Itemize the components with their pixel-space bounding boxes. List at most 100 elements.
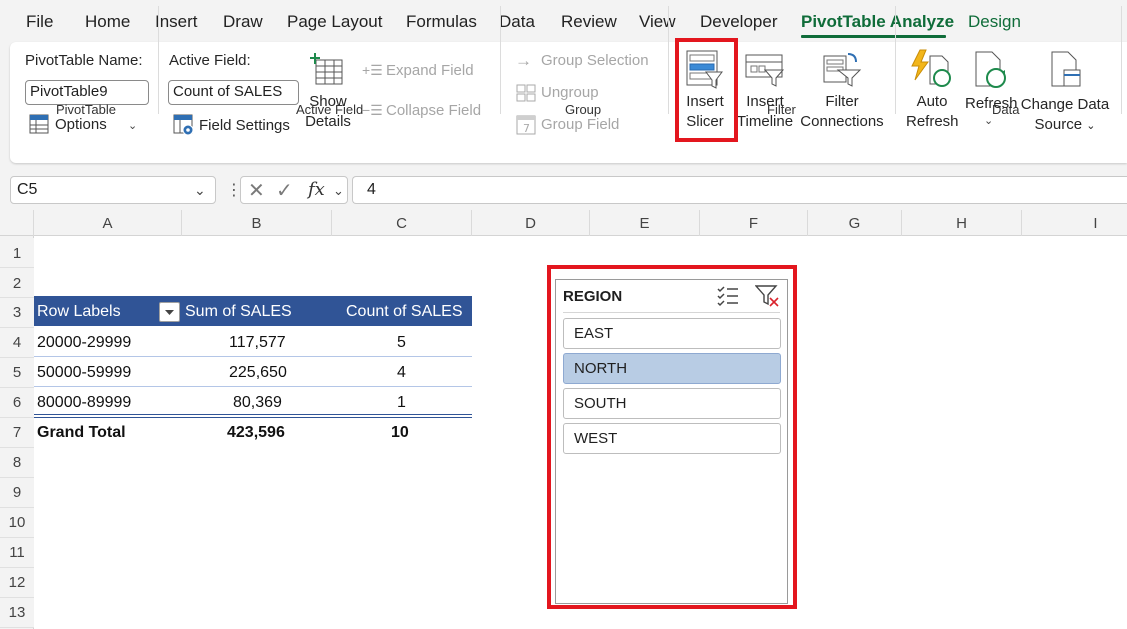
column-header-g[interactable]: G xyxy=(808,210,902,236)
row-header[interactable]: 6 xyxy=(0,388,34,418)
auto-refresh-icon xyxy=(911,49,951,87)
pivot-header-sum[interactable]: Sum of SALES xyxy=(185,303,292,321)
ungroup-icon xyxy=(516,84,536,102)
formula-input[interactable]: 4 xyxy=(352,176,1127,204)
pivot-row-label[interactable]: 20000-29999 xyxy=(37,334,131,352)
row-header[interactable]: 4 xyxy=(0,328,34,358)
row-header[interactable]: 8 xyxy=(0,448,34,478)
active-tab-underline xyxy=(801,35,946,38)
pivot-row-count[interactable]: 1 xyxy=(397,394,406,412)
pivot-header-row-labels[interactable]: Row Labels xyxy=(37,303,121,321)
chevron-down-icon[interactable]: ⌄ xyxy=(128,119,137,132)
chevron-down-icon[interactable]: ⌄ xyxy=(333,183,344,199)
tab-data[interactable]: Data xyxy=(499,12,535,32)
tab-page-layout[interactable]: Page Layout xyxy=(287,12,382,32)
pivot-total-border xyxy=(34,414,472,418)
insert-function-icon[interactable]: fx xyxy=(308,179,325,200)
row-header[interactable]: 7 xyxy=(0,418,34,448)
group-separator xyxy=(158,6,159,114)
row-header[interactable]: 5 xyxy=(0,358,34,388)
row-header[interactable]: 12 xyxy=(0,568,34,598)
row-header[interactable]: 1 xyxy=(0,238,34,268)
insert-slicer-highlight xyxy=(675,38,738,142)
pivot-grand-total-count[interactable]: 10 xyxy=(391,424,409,442)
tab-review[interactable]: Review xyxy=(561,12,617,32)
pivot-grand-total-sum[interactable]: 423,596 xyxy=(227,424,285,442)
pivot-row-count[interactable]: 5 xyxy=(397,334,406,352)
collapse-field-icon: −☰ xyxy=(362,102,383,118)
tab-formulas[interactable]: Formulas xyxy=(406,12,477,32)
auto-refresh-line2: Refresh xyxy=(906,113,959,130)
name-box[interactable]: C5 xyxy=(10,176,216,204)
tab-design[interactable]: Design xyxy=(968,12,1021,32)
tab-draw[interactable]: Draw xyxy=(223,12,263,32)
slicer-highlight xyxy=(547,265,797,609)
ungroup-button[interactable]: Ungroup xyxy=(541,84,599,101)
tab-pivottable-analyze[interactable]: PivotTable Analyze xyxy=(801,12,954,32)
group-separator xyxy=(1121,6,1122,114)
change-source-line1: Change Data xyxy=(1020,96,1110,113)
filter-connections-icon xyxy=(823,53,862,87)
tab-insert[interactable]: Insert xyxy=(155,12,198,32)
arrow-right-icon: → xyxy=(515,51,532,70)
auto-refresh-button[interactable]: Auto Refresh xyxy=(906,92,959,132)
column-header-i[interactable]: I xyxy=(1022,210,1127,236)
row-header[interactable]: 10 xyxy=(0,508,34,538)
options-button[interactable]: Options xyxy=(55,116,107,133)
row-header[interactable]: 11 xyxy=(0,538,34,568)
group-selection-button[interactable]: Group Selection xyxy=(541,52,649,69)
column-header-c[interactable]: C xyxy=(332,210,472,236)
active-field-label: Active Field: xyxy=(169,52,251,69)
expand-field-icon: +☰ xyxy=(362,62,383,78)
pivot-header-count[interactable]: Count of SALES xyxy=(346,303,463,321)
column-header-h[interactable]: H xyxy=(902,210,1022,236)
pivot-row-sum[interactable]: 225,650 xyxy=(229,364,287,382)
tab-developer[interactable]: Developer xyxy=(700,12,778,32)
field-settings-button[interactable]: Field Settings xyxy=(199,117,290,134)
pivot-row-sum[interactable]: 80,369 xyxy=(233,394,282,412)
change-data-source-icon xyxy=(1051,51,1081,87)
row-header[interactable]: 13 xyxy=(0,598,34,628)
group-label-pivottable: PivotTable xyxy=(56,102,116,117)
show-details-icon xyxy=(310,53,343,85)
svg-text:7: 7 xyxy=(523,122,530,135)
filter-connections-button[interactable]: Filter Connections xyxy=(796,92,888,132)
pivot-row-border xyxy=(34,386,472,387)
column-header-b[interactable]: B xyxy=(182,210,332,236)
select-all-corner[interactable] xyxy=(0,210,34,236)
group-field-icon: 7 xyxy=(516,115,536,135)
tab-home[interactable]: Home xyxy=(85,12,130,32)
expand-field-button[interactable]: Expand Field xyxy=(386,62,474,79)
pivot-row-count[interactable]: 4 xyxy=(397,364,406,382)
row-header[interactable]: 3 xyxy=(0,298,34,328)
pivot-grand-total-label[interactable]: Grand Total xyxy=(37,424,126,442)
pivot-row-border xyxy=(34,356,472,357)
tab-view[interactable]: View xyxy=(639,12,676,32)
cancel-icon[interactable]: ✕ xyxy=(248,178,265,203)
group-field-button[interactable]: Group Field xyxy=(541,116,619,133)
group-label-active-field: Active Field xyxy=(296,102,364,117)
pivot-row-label[interactable]: 80000-89999 xyxy=(37,394,131,412)
collapse-field-button[interactable]: Collapse Field xyxy=(386,102,481,119)
tab-file[interactable]: File xyxy=(26,12,53,32)
group-label-group: Group xyxy=(565,102,602,117)
column-header-d[interactable]: D xyxy=(472,210,590,236)
pivottable-name-label: PivotTable Name: xyxy=(25,52,143,69)
chevron-down-icon[interactable]: ⌄ xyxy=(194,182,206,199)
change-data-source-button[interactable]: Change Data Source ⌄ xyxy=(1020,95,1110,136)
active-field-input[interactable]: Count of SALES xyxy=(168,80,299,105)
filter-connections-line2: Connections xyxy=(800,113,884,130)
column-header-a[interactable]: A xyxy=(34,210,182,236)
confirm-icon[interactable]: ✓ xyxy=(276,178,293,203)
column-header-f[interactable]: F xyxy=(700,210,808,236)
column-header-e[interactable]: E xyxy=(590,210,700,236)
dropdown-arrow-icon xyxy=(165,310,174,315)
group-separator xyxy=(668,6,669,114)
group-label-data: Data xyxy=(992,102,1020,117)
row-labels-filter-button[interactable] xyxy=(159,302,180,322)
pivot-row-sum[interactable]: 117,577 xyxy=(229,334,286,352)
pivot-row-label[interactable]: 50000-59999 xyxy=(37,364,131,382)
change-source-line2: Source xyxy=(1034,116,1083,133)
row-header[interactable]: 9 xyxy=(0,478,34,508)
row-header[interactable]: 2 xyxy=(0,268,34,298)
